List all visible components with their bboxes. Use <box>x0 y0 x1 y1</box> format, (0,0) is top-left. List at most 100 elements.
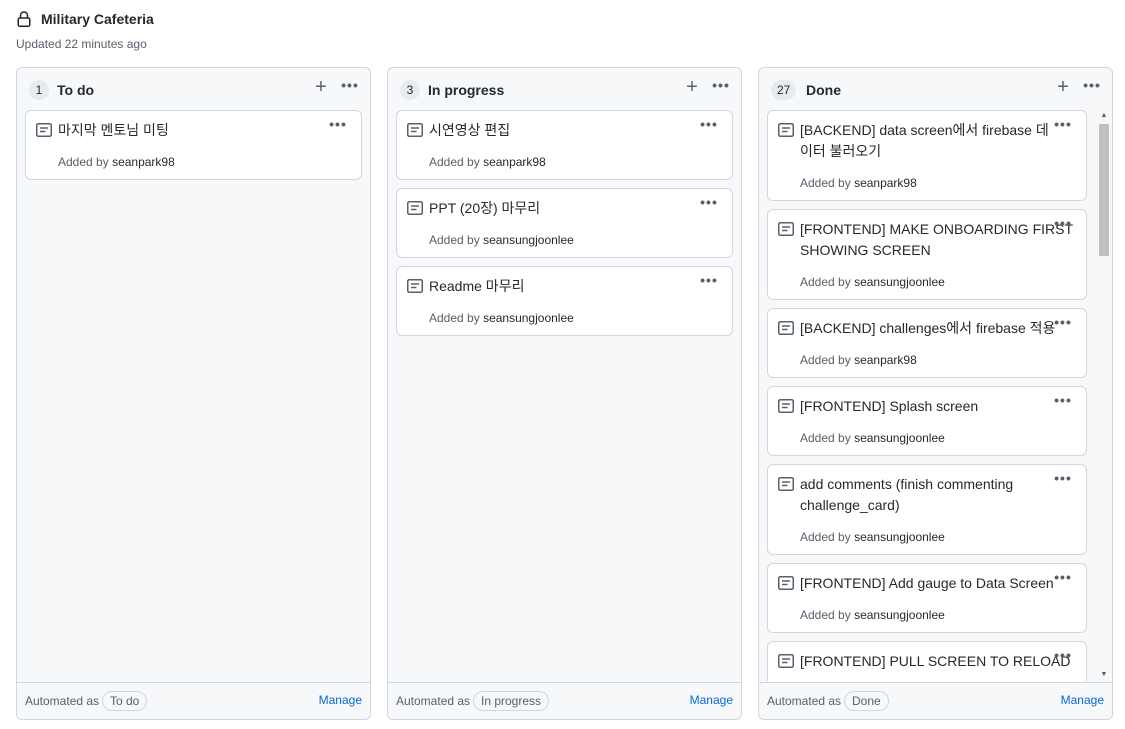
note-icon <box>778 654 794 668</box>
column-menu-button[interactable]: ••• <box>1081 76 1103 96</box>
card-user-link[interactable]: seansungjoonlee <box>854 275 945 289</box>
card-title[interactable]: [FRONTEND] Splash screen <box>800 396 978 417</box>
card-user-link[interactable]: seanpark98 <box>112 155 175 169</box>
note-icon <box>778 123 794 137</box>
card-menu-button[interactable]: ••• <box>698 272 720 290</box>
automated-label: Automated as <box>396 694 471 708</box>
card[interactable]: [FRONTEND] MAKE ONBOARDING FIRST SHOWING … <box>767 209 1087 300</box>
card-added-by: Added by seansungjoonlee <box>800 530 945 544</box>
column-count: 1 <box>29 80 49 100</box>
note-icon <box>407 201 423 215</box>
column-done: 27 Done + ••• [BACKEND] data screen에서 fi… <box>758 67 1113 720</box>
automated-label: Automated as <box>25 694 100 708</box>
card[interactable]: [BACKEND] data screen에서 firebase 데 이터 불러오… <box>767 110 1087 201</box>
card-user-link[interactable]: seanpark98 <box>483 155 546 169</box>
project-header: Military Cafeteria Updated 22 minutes ag… <box>16 10 154 51</box>
column-footer: Automated as To do Manage <box>17 682 370 719</box>
card-title[interactable]: 마지막 멘토님 미팅 <box>58 120 169 141</box>
card-title[interactable]: [BACKEND] data screen에서 firebase 데 이터 불러오… <box>800 120 1049 162</box>
card-title[interactable]: [FRONTEND] MAKE ONBOARDING FIRST SHOWING … <box>800 219 1073 261</box>
column-header: 3 In progress + ••• <box>388 68 741 110</box>
add-card-button[interactable]: + <box>312 77 330 98</box>
note-icon <box>778 222 794 236</box>
scroll-down-arrow-icon[interactable]: ▼ <box>1100 671 1108 679</box>
card-title[interactable]: [FRONTEND] Add gauge to Data Screen <box>800 573 1054 594</box>
card-added-by: Added by seanpark98 <box>58 155 175 169</box>
card-added-by: Added by seansungjoonlee <box>429 233 574 247</box>
card[interactable]: 마지막 멘토님 미팅 ••• Added by seanpark98 <box>25 110 362 180</box>
lock-icon <box>17 11 31 27</box>
card-title[interactable]: [BACKEND] challenges에서 firebase 적용 <box>800 318 1055 339</box>
column-footer: Automated as Done Manage <box>759 682 1112 719</box>
add-card-button[interactable]: + <box>1054 77 1072 98</box>
card[interactable]: add comments (finish commenting challenge… <box>767 464 1087 555</box>
note-icon <box>407 123 423 137</box>
card[interactable]: PPT (20장) 마무리 ••• Added by seansungjoonl… <box>396 188 733 258</box>
card[interactable]: [FRONTEND] PULL SCREEN TO RELOAD ••• <box>767 641 1087 681</box>
project-title: Military Cafeteria <box>41 11 154 27</box>
card-menu-button[interactable]: ••• <box>698 116 720 134</box>
column-title: Done <box>806 82 841 98</box>
card-user-link[interactable]: seansungjoonlee <box>854 530 945 544</box>
card-list[interactable]: [BACKEND] data screen에서 firebase 데 이터 불러오… <box>767 110 1087 681</box>
add-card-button[interactable]: + <box>683 77 701 98</box>
card-user-link[interactable]: seansungjoonlee <box>854 608 945 622</box>
column-count: 3 <box>400 80 420 100</box>
manage-automation-link[interactable]: Manage <box>690 693 733 707</box>
note-icon <box>36 123 52 137</box>
card-menu-button[interactable]: ••• <box>1052 116 1074 134</box>
column-count: 27 <box>771 80 797 100</box>
card-user-link[interactable]: seansungjoonlee <box>483 311 574 325</box>
card-list-scrollbar[interactable]: ▲ ▼ <box>1098 110 1110 681</box>
note-icon <box>778 576 794 590</box>
card[interactable]: Readme 마무리 ••• Added by seansungjoonlee <box>396 266 733 336</box>
card[interactable]: [FRONTEND] Add gauge to Data Screen ••• … <box>767 563 1087 633</box>
card-menu-button[interactable]: ••• <box>698 194 720 212</box>
card-menu-button[interactable]: ••• <box>1052 392 1074 410</box>
manage-automation-link[interactable]: Manage <box>319 693 362 707</box>
column-menu-button[interactable]: ••• <box>339 76 361 96</box>
card-added-by: Added by seansungjoonlee <box>800 275 945 289</box>
card-title[interactable]: Readme 마무리 <box>429 276 524 297</box>
automated-preset-badge: To do <box>102 691 148 711</box>
automated-preset-badge: In progress <box>473 691 550 711</box>
card[interactable]: [BACKEND] challenges에서 firebase 적용 ••• A… <box>767 308 1087 378</box>
card-title[interactable]: 시연영상 편집 <box>429 120 510 141</box>
project-updated: Updated 22 minutes ago <box>16 37 147 51</box>
card-title[interactable]: [FRONTEND] PULL SCREEN TO RELOAD <box>800 651 1070 672</box>
column-header: 1 To do + ••• <box>17 68 370 110</box>
card[interactable]: 시연영상 편집 ••• Added by seanpark98 <box>396 110 733 180</box>
automated-preset-badge: Done <box>844 691 889 711</box>
column-header: 27 Done + ••• <box>759 68 1112 110</box>
card-user-link[interactable]: seansungjoonlee <box>483 233 574 247</box>
card-user-link[interactable]: seanpark98 <box>854 353 917 367</box>
card-menu-button[interactable]: ••• <box>1052 314 1074 332</box>
card-added-by: Added by seansungjoonlee <box>429 311 574 325</box>
card-menu-button[interactable]: ••• <box>1052 470 1074 488</box>
card-added-by: Added by seanpark98 <box>800 176 917 190</box>
card-menu-button[interactable]: ••• <box>327 116 349 134</box>
card-user-link[interactable]: seanpark98 <box>854 176 917 190</box>
automated-label: Automated as <box>767 694 842 708</box>
scroll-up-arrow-icon[interactable]: ▲ <box>1100 112 1108 120</box>
column-in-progress: 3 In progress + ••• 시연영상 편집 ••• Added by… <box>387 67 742 720</box>
card-user-link[interactable]: seansungjoonlee <box>854 431 945 445</box>
card-added-by: Added by seansungjoonlee <box>800 431 945 445</box>
note-icon <box>778 399 794 413</box>
column-title: To do <box>57 82 95 98</box>
card-title[interactable]: PPT (20장) 마무리 <box>429 198 540 219</box>
card-menu-button[interactable]: ••• <box>1052 569 1074 587</box>
card[interactable]: [FRONTEND] Splash screen ••• Added by se… <box>767 386 1087 456</box>
scrollbar-thumb[interactable] <box>1099 124 1109 256</box>
column-title: In progress <box>428 82 505 98</box>
card-menu-button[interactable]: ••• <box>1052 215 1074 233</box>
card-menu-button[interactable]: ••• <box>1052 647 1074 665</box>
manage-automation-link[interactable]: Manage <box>1061 693 1104 707</box>
card-title[interactable]: add comments (finish commenting challenge… <box>800 474 1013 516</box>
column-footer: Automated as In progress Manage <box>388 682 741 719</box>
column-todo: 1 To do + ••• 마지막 멘토님 미팅 ••• Added by se… <box>16 67 371 720</box>
card-list[interactable]: 마지막 멘토님 미팅 ••• Added by seanpark98 <box>25 110 362 681</box>
column-menu-button[interactable]: ••• <box>710 76 732 96</box>
note-icon <box>407 279 423 293</box>
card-list[interactable]: 시연영상 편집 ••• Added by seanpark98 PPT (20장… <box>396 110 733 681</box>
